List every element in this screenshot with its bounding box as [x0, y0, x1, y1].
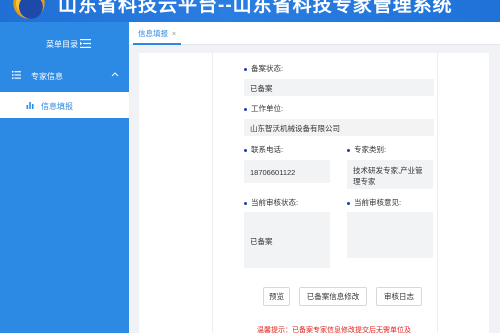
- phone-label: 联系电话:: [244, 144, 283, 155]
- bullet-icon: [244, 201, 247, 205]
- review-status-label: 当前审核状态:: [244, 197, 298, 208]
- app-title: 山东省科技云平台--山东省科技专家管理系统: [58, 0, 453, 16]
- review-opinion-field: [347, 212, 433, 258]
- bullet-icon: [244, 107, 247, 111]
- expert-category-field: 技术研发专家,产业管理专家: [347, 160, 433, 189]
- divider: [437, 53, 438, 333]
- close-icon[interactable]: ×: [172, 31, 176, 38]
- bullet-icon: [347, 148, 350, 152]
- preview-button[interactable]: 预览: [263, 287, 290, 306]
- app-header: 山东省科技云平台--山东省科技专家管理系统: [0, 0, 500, 22]
- phone-field: 18706601122: [244, 160, 330, 183]
- bar-chart-icon: [26, 102, 34, 109]
- warning-tip: 温馨提示：已备案专家信息修改提交后无需单位及: [257, 327, 411, 333]
- audit-log-button[interactable]: 审核日志: [376, 287, 422, 306]
- menu-collapse-icon[interactable]: [80, 39, 91, 48]
- sidebar-item-label: 信息填报: [41, 102, 73, 111]
- bullet-icon: [244, 148, 247, 152]
- tab-info-fill[interactable]: 信息填报 ×: [133, 27, 182, 45]
- divider: [212, 53, 213, 333]
- chevron-up-icon: [111, 72, 119, 77]
- menu-header-label: 菜单目录: [46, 40, 78, 49]
- expert-category-label: 专家类别:: [347, 144, 386, 155]
- menu-header: 菜单目录: [0, 30, 129, 58]
- record-status-label: 备案状态:: [244, 63, 283, 74]
- tab-label: 信息填报: [138, 29, 168, 38]
- tab-bar: 信息填报 ×: [129, 22, 500, 45]
- sidebar-group-expert-info[interactable]: 专家信息: [0, 62, 129, 88]
- modify-record-button[interactable]: 已备案信息修改: [299, 287, 367, 306]
- main-content: 备案状态: 已备案 工作单位: 山东智沃机械设备有限公司 联系电话: 18706…: [129, 45, 500, 333]
- bullet-icon: [347, 201, 350, 205]
- list-icon: [12, 71, 21, 79]
- form-panel: 备案状态: 已备案 工作单位: 山东智沃机械设备有限公司 联系电话: 18706…: [139, 53, 489, 333]
- record-status-field: 已备案: [244, 79, 434, 96]
- bullet-icon: [244, 67, 247, 71]
- sidebar-item-info-fill[interactable]: 信息填报: [0, 92, 129, 118]
- sidebar-group-label: 专家信息: [31, 72, 63, 81]
- app-logo: [10, 0, 48, 22]
- review-status-field: 已备案: [244, 212, 330, 268]
- review-opinion-label: 当前审核意见:: [347, 197, 401, 208]
- work-unit-label: 工作单位:: [244, 103, 283, 114]
- sidebar: 菜单目录 专家信息 信息填报: [0, 22, 129, 333]
- work-unit-field: 山东智沃机械设备有限公司: [244, 119, 434, 136]
